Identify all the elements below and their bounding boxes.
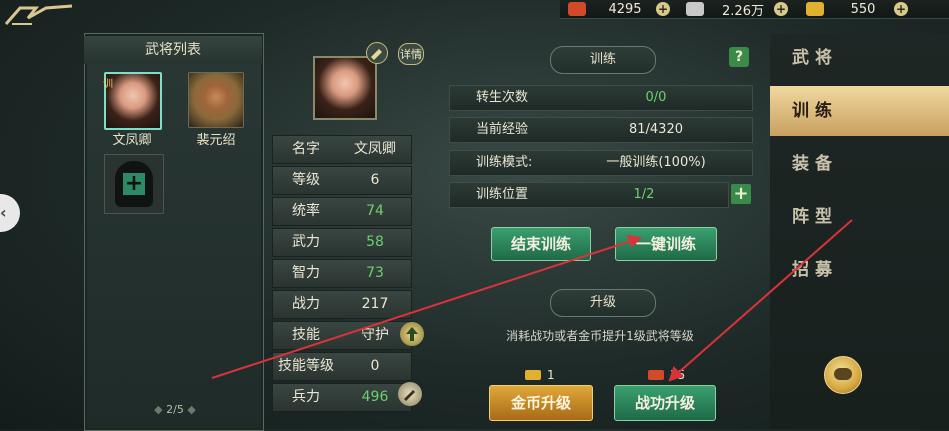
stat-value: 6 [370, 172, 380, 188]
stat-value: 217 [361, 296, 389, 312]
training-title: 训练 [550, 46, 656, 74]
resource-gold: 550 + [806, 0, 908, 18]
hero-portrait [313, 56, 377, 120]
exp-row: 当前经验 81/4320 [449, 117, 753, 143]
add-training-slot-button[interactable]: + [731, 184, 751, 204]
troop-edit-icon[interactable] [398, 382, 422, 406]
stat-row-skill: 技能 守护 [272, 321, 412, 350]
pager-text: 2/5 [166, 403, 184, 416]
add-gold-button[interactable]: + [894, 2, 908, 16]
gold-ingot-icon [806, 2, 824, 16]
game-logo [4, 4, 73, 25]
stat-row-skill-level: 技能等级 0 [272, 352, 412, 381]
tab-hero[interactable]: 武将 [770, 33, 949, 83]
stat-row-command: 统率 74 [272, 197, 412, 226]
detail-button[interactable]: 详情 [398, 43, 424, 65]
row-value: 0/0 [645, 90, 667, 105]
tab-recruit[interactable]: 招募 [770, 245, 949, 295]
hero-list-title: 武将列表 [84, 36, 262, 64]
skill-upgrade-icon[interactable] [400, 322, 424, 346]
stat-row-troops: 兵力 496 [272, 383, 412, 412]
stat-label: 名字 [292, 141, 320, 157]
hero-name-2: 裴元绍 [196, 133, 236, 148]
hero-name-1: 文凤卿 [112, 133, 152, 148]
row-value: 81/4320 [628, 122, 683, 137]
chat-bubble-icon [834, 368, 852, 380]
pager-next-icon[interactable]: ◆ [187, 403, 195, 416]
upgrade-description: 消耗战功或者金币提升1级武将等级 [506, 329, 694, 343]
gem-count: 4295 [608, 1, 642, 17]
silver-count: 2.26万 [722, 3, 764, 19]
chevron-left-icon: ‹ [0, 203, 7, 222]
stat-row-name: 名字 文凤卿 [272, 135, 412, 164]
red-gem-icon [648, 370, 664, 380]
training-tag: 训 [103, 79, 113, 90]
merit-cost: 35 [648, 368, 685, 382]
stat-label: 技能 [292, 327, 320, 343]
stat-value: 0 [370, 358, 380, 374]
stat-label: 等级 [292, 172, 320, 188]
rename-icon[interactable] [366, 42, 388, 64]
chat-button[interactable] [824, 356, 862, 394]
stat-label: 武力 [292, 234, 320, 250]
stat-value: 74 [366, 203, 384, 219]
stat-value: 73 [366, 265, 384, 281]
gold-upgrade-button[interactable]: 金币升级 [489, 385, 593, 421]
row-label: 当前经验 [476, 122, 529, 137]
red-gem-icon [568, 2, 586, 16]
help-button[interactable]: ? [729, 47, 749, 67]
side-back-button[interactable]: ‹ [0, 194, 20, 232]
upgrade-title: 升级 [550, 289, 656, 317]
tab-training[interactable]: 训练 [770, 86, 949, 136]
add-gem-button[interactable]: + [656, 2, 670, 16]
row-label: 转生次数 [476, 90, 529, 105]
stat-row-force: 武力 58 [272, 228, 412, 257]
gold-cost: 1 [525, 368, 555, 382]
row-label: 训练模式: [476, 155, 533, 170]
add-silver-button[interactable]: + [774, 2, 788, 16]
tab-formation[interactable]: 阵型 [770, 192, 949, 242]
pager-prev-icon[interactable]: ◆ [154, 403, 162, 416]
row-label: 训练位置 [476, 187, 529, 202]
stat-label: 战力 [292, 296, 320, 312]
stat-row-level: 等级 6 [272, 166, 412, 195]
stat-label: 统率 [292, 203, 320, 219]
stat-label: 智力 [292, 265, 320, 281]
rebirth-row: 转生次数 0/0 [449, 85, 753, 111]
stat-value: 文凤卿 [354, 141, 396, 157]
stat-row-power: 战力 217 [272, 290, 412, 319]
training-mode-row[interactable]: 训练模式: 一般训练(100%) [449, 150, 753, 176]
end-training-button[interactable]: 结束训练 [491, 227, 591, 261]
one-key-training-button[interactable]: 一键训练 [615, 227, 717, 261]
merit-upgrade-button[interactable]: 战功升级 [614, 385, 716, 421]
row-value: 1/2 [633, 187, 655, 202]
stat-value: 58 [366, 234, 384, 250]
gold-ingot-icon [525, 370, 541, 380]
tab-equipment[interactable]: 装备 [770, 139, 949, 189]
resource-silver: 2.26万 + [686, 0, 788, 19]
stat-label: 兵力 [292, 389, 320, 405]
training-slot-row: 训练位置 1/2 [449, 182, 729, 208]
row-value: 一般训练(100%) [606, 155, 706, 170]
plus-icon: + [123, 171, 145, 196]
recruit-hero-slot[interactable]: + [104, 154, 164, 214]
gold-count: 550 [850, 1, 876, 17]
stat-label: 技能等级 [278, 358, 334, 374]
stat-row-intellect: 智力 73 [272, 259, 412, 288]
silver-ingot-icon [686, 2, 704, 16]
detail-label: 详情 [400, 48, 422, 61]
resource-gem: 4295 + [568, 0, 670, 18]
hero-list-pager: ◆ 2/5 ◆ [130, 403, 220, 416]
gold-cost-value: 1 [547, 368, 555, 382]
merit-cost-value: 35 [670, 368, 686, 382]
hero-card-peiyuanshao[interactable] [188, 72, 244, 128]
